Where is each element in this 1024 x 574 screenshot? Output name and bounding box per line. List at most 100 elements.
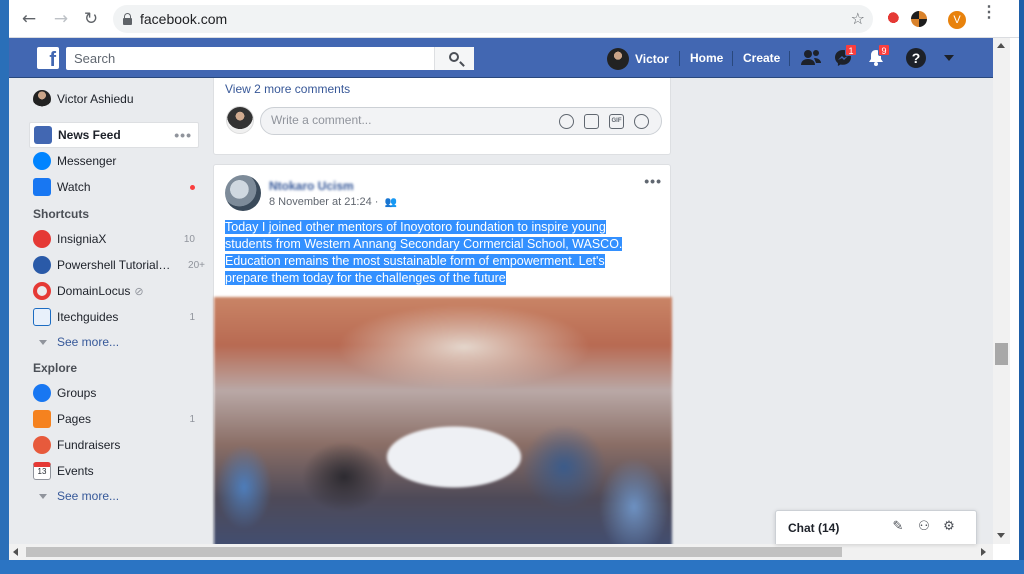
notifications-badge: 9 [878,44,890,56]
create-group-icon[interactable]: ⚇ [916,519,932,535]
more-options-icon[interactable]: ••• [174,127,192,143]
vertical-scrollbar[interactable] [993,38,1010,544]
forward-arrow-icon[interactable]: → [51,9,71,29]
sidebar-item-insigniax[interactable]: InsigniaX 10 [33,226,203,252]
sidebar-item-fundraisers[interactable]: Fundraisers [33,432,203,458]
sidebar-item-label: Pages [57,412,92,426]
post-author[interactable]: Ntokaro Ucism [269,179,354,193]
sidebar-item-pages[interactable]: Pages 1 [33,406,203,432]
emoji-icon[interactable] [559,114,574,129]
create-link[interactable]: Create [743,51,780,65]
scroll-up-arrow-icon[interactable] [997,43,1005,48]
profile-name: Victor [635,52,669,66]
sidebar-item-label: Fundraisers [57,438,121,452]
groups-icon [33,384,51,402]
facebook-logo[interactable]: f [37,47,59,69]
sidebar-item-label: Powershell Tutorial… [57,258,171,272]
comment-input[interactable] [271,113,551,127]
sidebar-item-label: Messenger [57,154,117,168]
item-count: 1 [189,311,195,323]
camera-icon[interactable] [584,114,599,129]
sidebar-item-label: DomainLocus [57,284,131,298]
help-icon[interactable]: ? [906,48,926,68]
scroll-left-arrow-icon[interactable] [13,548,18,556]
notifications-bell-icon[interactable]: 9 [866,44,890,68]
sidebar-item-itechguides[interactable]: Itechguides 1 [33,304,203,330]
scroll-right-arrow-icon[interactable] [981,548,986,556]
see-more-label: See more... [57,335,120,349]
lock-icon [123,13,132,25]
messenger-icon[interactable]: 1 [833,44,857,68]
divider [732,51,733,66]
new-content-dot [190,184,195,190]
chrome-menu-icon[interactable]: ⋮ [981,5,997,21]
messenger-badge: 1 [845,44,857,56]
post-photo[interactable] [214,297,672,544]
shortcuts-see-more[interactable]: See more... [33,330,203,354]
taskbar [0,560,1024,574]
chat-label: Chat (14) [788,521,840,535]
back-arrow-icon[interactable]: ← [19,9,39,29]
settings-gear-icon[interactable]: ⚙ [941,519,957,535]
sidebar-item-label: Groups [57,386,97,400]
powershell-icon [33,256,51,274]
sidebar-item-domainlocus[interactable]: DomainLocus ⊘ [33,278,203,304]
home-link[interactable]: Home [690,51,723,65]
bookmark-star-icon[interactable]: ☆ [851,9,865,28]
post-options-icon[interactable]: ••• [644,173,662,189]
search-button[interactable] [434,47,474,70]
avatar [226,106,254,134]
account-menu-caret-icon[interactable] [944,55,954,61]
explore-see-more[interactable]: See more... [33,484,203,508]
comment-box[interactable]: GIF [260,107,662,135]
item-count: 10 [183,233,195,245]
sidebar-profile[interactable]: Victor Ashiedu [33,86,203,112]
divider [789,51,790,66]
scroll-thumb[interactable] [26,547,842,557]
view-more-comments-link[interactable]: View 2 more comments [225,82,350,96]
explore-heading: Explore [33,361,78,375]
previous-post-card: View 2 more comments GIF [213,78,671,155]
sidebar-item-news-feed[interactable]: News Feed ••• [29,122,199,148]
search-icon [449,52,459,62]
extension-icon[interactable] [885,12,899,26]
scroll-down-arrow-icon[interactable] [997,533,1005,538]
sidebar-item-groups[interactable]: Groups [33,380,203,406]
sidebar-item-watch[interactable]: Watch [33,174,203,200]
profile-avatar[interactable]: V [948,11,966,29]
post-timestamp[interactable]: 8 November at 21:24 · 👥 [269,196,397,208]
author-avatar[interactable] [225,175,261,211]
address-bar[interactable]: facebook.com ☆ [113,5,873,33]
url-text: facebook.com [140,11,228,27]
horizontal-scrollbar[interactable] [9,544,993,560]
extension-logo-icon[interactable] [911,11,927,27]
timestamp-text: 8 November at 21:24 · [269,196,379,208]
avatar [33,90,51,108]
search-input[interactable] [66,47,474,70]
new-message-icon[interactable]: ✎ [890,519,906,535]
domainlocus-icon [33,282,51,300]
facebook-header: f Victor Home Create 1 9 ? [9,38,993,78]
sidebar-item-messenger[interactable]: Messenger [33,148,203,174]
post-text-line: Today I joined other mentors of Inoyotor… [225,220,606,234]
pages-flag-icon [33,410,51,428]
item-count: 20+ [188,259,205,271]
desktop-background [0,0,9,574]
chat-bar[interactable]: Chat (14) ✎ ⚇ ⚙ [775,510,977,544]
sidebar-item-powershell-tutorial[interactable]: Powershell Tutorial… 20+ [33,252,205,278]
gif-icon[interactable]: GIF [609,114,624,129]
friend-requests-icon[interactable] [800,48,822,68]
post-card: Ntokaro Ucism 8 November at 21:24 · 👥 ••… [213,164,672,544]
main-content: Victor Ashiedu News Feed ••• Messenger W… [9,78,993,544]
sidebar-item-label: Watch [57,180,91,194]
scroll-thumb[interactable] [995,343,1008,365]
profile-name: Victor Ashiedu [57,92,134,106]
post-text: Today I joined other mentors of Inoyotor… [225,219,625,287]
profile-link[interactable]: Victor [607,48,669,70]
news-feed-icon [34,126,52,144]
sidebar-item-label: Itechguides [57,310,119,324]
sidebar-item-events[interactable]: 13 Events [33,458,203,484]
divider [679,51,680,66]
sticker-icon[interactable] [634,114,649,129]
reload-icon[interactable]: ↻ [81,9,101,29]
